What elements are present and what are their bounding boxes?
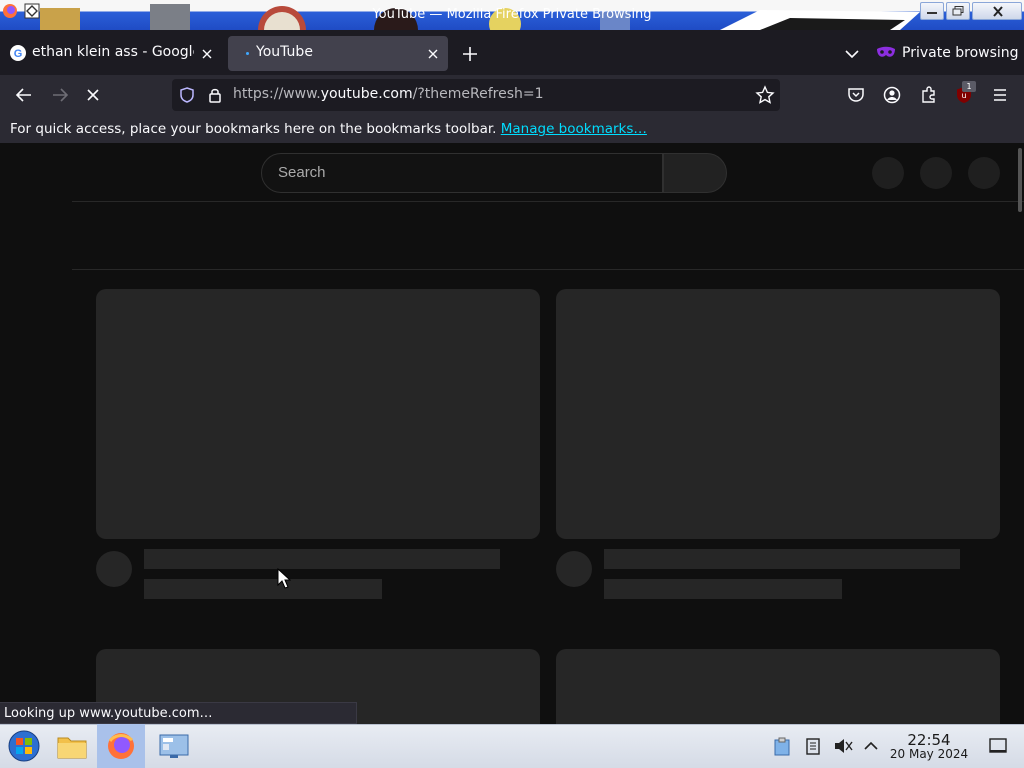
- video-thumbnail-placeholder[interactable]: [556, 289, 1000, 539]
- close-window-button[interactable]: [972, 2, 1022, 20]
- url-prefix: https://www.: [233, 86, 321, 102]
- video-title-placeholder: [604, 549, 960, 569]
- channel-avatar-placeholder[interactable]: [96, 551, 132, 587]
- folder-icon: [57, 737, 87, 759]
- forward-button[interactable]: [49, 84, 71, 106]
- bookmark-star-icon[interactable]: [755, 85, 775, 105]
- video-thumbnail-placeholder[interactable]: [96, 289, 540, 539]
- extensions-puzzle-icon[interactable]: [919, 85, 939, 105]
- bookmarks-hint-text: For quick access, place your bookmarks h…: [10, 121, 497, 137]
- bookmarks-toolbar-message: For quick access, place your bookmarks h…: [10, 121, 647, 137]
- clipboard-tray-icon[interactable]: [772, 736, 792, 756]
- bookmarks-toolbar: For quick access, place your bookmarks h…: [0, 115, 1024, 143]
- list-all-tabs-icon[interactable]: [842, 44, 862, 64]
- window-title: YouTube — Mozilla Firefox Private Browsi…: [372, 7, 652, 22]
- video-title-placeholder: [144, 549, 500, 569]
- tab-youtube[interactable]: YouTube: [228, 36, 448, 71]
- start-menu-button[interactable]: [0, 724, 48, 768]
- device-tray-icon[interactable]: [803, 736, 823, 756]
- url-domain: youtube.com: [320, 86, 413, 102]
- window-titlebar[interactable]: YouTube — Mozilla Firefox Private Browsi…: [0, 0, 1024, 30]
- youtube-header-placeholder-icon[interactable]: [968, 157, 1000, 189]
- youtube-search-button[interactable]: [663, 153, 727, 193]
- page-scrollbar[interactable]: [1018, 148, 1022, 212]
- channel-avatar-placeholder[interactable]: [556, 551, 592, 587]
- url-text[interactable]: https://www.youtube.com/?themeRefresh=1: [233, 86, 544, 102]
- header-divider: [72, 201, 1024, 202]
- private-browsing-indicator: Private browsing: [876, 41, 1019, 65]
- new-tab-button[interactable]: [458, 42, 482, 66]
- minimize-button[interactable]: [920, 2, 944, 20]
- video-meta-placeholder: [604, 579, 842, 599]
- firefox-icon: [108, 733, 134, 759]
- tab-title: YouTube: [256, 44, 313, 60]
- youtube-header-placeholder-icon[interactable]: [872, 157, 904, 189]
- menu-hamburger-icon[interactable]: [990, 85, 1010, 105]
- video-thumbnail-placeholder[interactable]: [556, 649, 1000, 724]
- status-panel: Looking up www.youtube.com…: [0, 702, 357, 724]
- taskbar-control-panel[interactable]: [150, 724, 198, 768]
- tab-title: ethan klein ass - Google: [32, 44, 194, 60]
- svg-text:u: u: [961, 91, 966, 100]
- extension-badge: 1: [962, 81, 976, 92]
- chips-divider: [72, 269, 1024, 270]
- pocket-icon[interactable]: [846, 85, 866, 105]
- taskbar-firefox[interactable]: [97, 724, 145, 768]
- manage-bookmarks-link[interactable]: Manage bookmarks…: [501, 121, 647, 137]
- maximize-button[interactable]: [946, 2, 970, 20]
- taskbar-file-manager[interactable]: [48, 724, 96, 768]
- account-icon[interactable]: [882, 85, 902, 105]
- close-tab-icon[interactable]: [200, 46, 214, 60]
- back-button[interactable]: [13, 84, 35, 106]
- youtube-header-placeholder-icon[interactable]: [920, 157, 952, 189]
- private-browsing-label: Private browsing: [902, 45, 1019, 61]
- stop-loading-button[interactable]: [82, 84, 104, 106]
- url-suffix: /?themeRefresh=1: [412, 86, 544, 102]
- volume-muted-icon[interactable]: [833, 736, 853, 756]
- svg-text:G: G: [14, 48, 23, 60]
- show-hidden-icons-chevron-icon[interactable]: [861, 736, 881, 756]
- close-tab-icon[interactable]: [426, 46, 440, 60]
- clock-date[interactable]: 20 May 2024: [885, 747, 973, 761]
- control-panel-icon: [159, 734, 189, 758]
- private-mask-icon: [877, 46, 895, 57]
- google-icon: G: [10, 45, 26, 61]
- show-desktop-icon[interactable]: [988, 736, 1008, 756]
- tracking-protection-shield-icon[interactable]: [178, 86, 196, 104]
- tab-google[interactable]: G ethan klein ass - Google: [4, 36, 222, 71]
- screen: YouTube — Mozilla Firefox Private Browsi…: [0, 0, 1024, 768]
- lock-icon[interactable]: [206, 86, 224, 104]
- youtube-search-placeholder: Search: [278, 164, 326, 181]
- video-meta-placeholder: [144, 579, 382, 599]
- loading-dot-icon: [246, 52, 249, 55]
- mouse-cursor-icon: [277, 568, 291, 589]
